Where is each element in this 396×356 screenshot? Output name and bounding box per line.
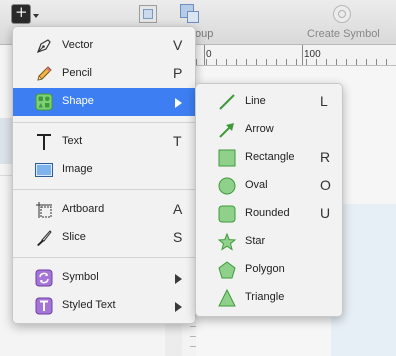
menu-separator <box>13 189 195 190</box>
menu-item-pencil[interactable]: Pencil P <box>13 60 195 88</box>
submenu-item-polygon[interactable]: Polygon <box>196 256 342 284</box>
shortcut-key: U <box>320 205 331 221</box>
shortcut-key: V <box>173 37 183 53</box>
menu-item-symbol[interactable]: Symbol <box>13 264 195 292</box>
submenu-item-oval[interactable]: Oval O <box>196 172 342 200</box>
polygon-icon <box>218 261 236 279</box>
rectangle-icon <box>218 149 236 167</box>
submenu-arrow-icon <box>175 274 182 284</box>
menu-item-label: Styled Text <box>62 299 116 311</box>
shortcut-key: O <box>320 177 331 193</box>
star-icon <box>218 233 236 251</box>
ruler-label-100: 100 <box>304 49 321 60</box>
group-toolbar-icon[interactable] <box>139 5 157 23</box>
shortcut-key: T <box>173 133 182 149</box>
insert-button[interactable] <box>11 3 31 24</box>
submenu-item-triangle[interactable]: Triangle <box>196 284 342 312</box>
submenu-arrow-icon <box>175 302 182 312</box>
pencil-icon <box>37 66 52 81</box>
slice-knife-icon <box>37 230 52 246</box>
shortcut-key: P <box>173 65 183 81</box>
create-symbol-label[interactable]: Create Symbol <box>307 28 380 40</box>
text-icon <box>37 134 51 150</box>
shortcut-key: R <box>320 149 331 165</box>
shape-submenu: Line L Arrow Rectangle R Oval O Rounded … <box>195 83 343 317</box>
menu-item-text[interactable]: Text T <box>13 128 195 156</box>
menu-item-label: Text <box>62 135 83 147</box>
oval-icon <box>218 177 236 195</box>
submenu-item-label: Line <box>245 95 266 107</box>
chevron-down-icon[interactable] <box>33 14 39 18</box>
menu-item-label: Slice <box>62 231 86 243</box>
menu-item-label: Artboard <box>62 203 105 215</box>
menu-item-slice[interactable]: Slice S <box>13 224 195 252</box>
submenu-item-label: Oval <box>245 179 268 191</box>
create-symbol-icon[interactable] <box>333 5 351 23</box>
ruler-label-0: 0 <box>206 49 212 60</box>
image-icon <box>35 163 53 177</box>
submenu-item-rectangle[interactable]: Rectangle R <box>196 144 342 172</box>
symbol-icon <box>35 269 53 287</box>
menu-item-label: Vector <box>62 39 94 51</box>
styled-text-icon <box>35 297 53 315</box>
insert-menu: Vector V Pencil P Shape Text T Image Art… <box>12 26 196 324</box>
menu-item-image[interactable]: Image <box>13 156 195 184</box>
menu-item-styled-text[interactable]: Styled Text <box>13 292 195 320</box>
submenu-item-label: Polygon <box>245 263 285 275</box>
rounded-rectangle-icon <box>218 205 236 223</box>
menu-separator <box>13 122 195 123</box>
artboard-icon <box>36 202 52 218</box>
submenu-arrow-icon <box>175 98 182 108</box>
ruler-ticks <box>196 59 396 65</box>
menu-item-shape[interactable]: Shape <box>13 88 195 116</box>
submenu-item-label: Star <box>245 235 266 247</box>
menu-item-label: Pencil <box>62 67 92 79</box>
menu-separator <box>13 257 195 258</box>
submenu-item-star[interactable]: Star <box>196 228 342 256</box>
submenu-item-label: Triangle <box>245 291 285 303</box>
submenu-item-label: Rounded <box>245 207 290 219</box>
submenu-item-arrow[interactable]: Arrow <box>196 116 342 144</box>
ruler-mark-0 <box>204 45 205 65</box>
arrow-icon <box>219 123 234 138</box>
menu-item-artboard[interactable]: Artboard A <box>13 196 195 224</box>
menu-item-label: Shape <box>62 95 94 107</box>
submenu-item-label: Rectangle <box>245 151 295 163</box>
line-icon <box>219 94 235 110</box>
group-toolbar-label[interactable]: oup <box>195 28 213 40</box>
triangle-icon <box>218 289 236 307</box>
submenu-item-line[interactable]: Line L <box>196 88 342 116</box>
shape-grid-icon <box>35 93 53 111</box>
menu-item-label: Image <box>62 163 93 175</box>
menu-item-label: Symbol <box>62 271 99 283</box>
ungroup-toolbar-icon[interactable] <box>180 4 199 23</box>
shortcut-key: S <box>173 229 183 245</box>
horizontal-ruler: 0 100 <box>196 45 396 66</box>
shortcut-key: L <box>320 93 328 109</box>
menu-item-vector[interactable]: Vector V <box>13 32 195 60</box>
submenu-item-rounded[interactable]: Rounded U <box>196 200 342 228</box>
vector-pen-icon <box>36 39 51 54</box>
shortcut-key: A <box>173 201 183 217</box>
ruler-mark-100 <box>302 45 303 65</box>
submenu-item-label: Arrow <box>245 123 274 135</box>
